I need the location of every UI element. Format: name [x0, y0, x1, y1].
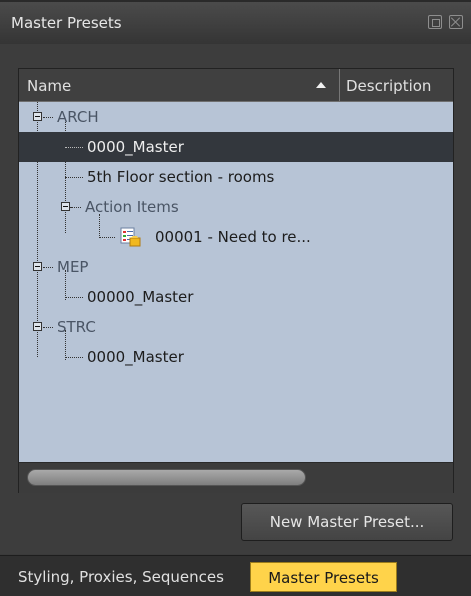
- tab-master-presets[interactable]: Master Presets: [250, 562, 397, 592]
- tree-item-label: 00001 - Need to re...: [155, 228, 311, 246]
- tab-styling-proxies-sequences[interactable]: Styling, Proxies, Sequences: [10, 562, 232, 592]
- tree-group-action-items[interactable]: Action Items: [19, 192, 453, 222]
- scrollbar-thumb[interactable]: [27, 469, 306, 486]
- tree-guide-line: [65, 357, 83, 358]
- tree-item-label: Action Items: [85, 198, 179, 216]
- tree-item-action-00001[interactable]: 00001 - Need to re...: [19, 222, 453, 252]
- tree-guide-line: [65, 297, 83, 298]
- tree-guide-line: [71, 207, 81, 208]
- tree-item-label: 00000_Master: [87, 288, 194, 306]
- task-checklist-icon: [120, 227, 141, 247]
- column-separator[interactable]: [339, 69, 340, 101]
- tree-guide-line: [43, 267, 53, 268]
- horizontal-scrollbar[interactable]: [19, 462, 453, 493]
- tree-item-label: 0000_Master: [87, 348, 184, 366]
- panel-titlebar: Master Presets: [0, 0, 471, 44]
- tree-item-5th-floor[interactable]: 5th Floor section - rooms: [19, 162, 453, 192]
- tree-item-label: 0000_Master: [87, 138, 184, 156]
- collapse-icon[interactable]: [33, 322, 42, 331]
- tree-item-strc-master[interactable]: 0000_Master: [19, 342, 453, 372]
- panel-tabs: Styling, Proxies, Sequences Master Prese…: [0, 555, 471, 596]
- tree-guide-line: [65, 177, 83, 178]
- tree-item-label: STRC: [57, 318, 96, 336]
- tree-guide-line: [43, 327, 53, 328]
- collapse-icon[interactable]: [61, 202, 70, 211]
- restore-icon[interactable]: [428, 15, 442, 29]
- tree-item-label: ARCH: [57, 108, 99, 126]
- tree-guide-line: [99, 237, 115, 238]
- tree-guide-line: [43, 117, 53, 118]
- column-header-name[interactable]: Name: [27, 77, 71, 95]
- tree-group-mep[interactable]: MEP: [19, 252, 453, 282]
- tree-item-mep-master[interactable]: 00000_Master: [19, 282, 453, 312]
- tree-header: Name Description: [19, 69, 453, 102]
- tree-group-arch[interactable]: ARCH: [19, 102, 453, 132]
- tree-item-arch-master[interactable]: 0000_Master: [19, 132, 453, 162]
- master-presets-tree[interactable]: Name Description ARCH 0000_Master 5th Fl…: [18, 68, 454, 493]
- collapse-icon[interactable]: [33, 262, 42, 271]
- column-header-description[interactable]: Description: [346, 77, 431, 95]
- close-icon[interactable]: [449, 15, 463, 29]
- new-master-preset-button[interactable]: New Master Preset...: [241, 503, 453, 541]
- tree-guide-line: [65, 147, 83, 148]
- tree-item-label: MEP: [57, 258, 89, 276]
- tree-group-strc[interactable]: STRC: [19, 312, 453, 342]
- panel-title: Master Presets: [11, 14, 122, 32]
- sort-ascending-icon[interactable]: [316, 82, 326, 88]
- tree-rows: ARCH 0000_Master 5th Floor section - roo…: [19, 102, 453, 458]
- tree-item-label: 5th Floor section - rooms: [87, 168, 275, 186]
- collapse-icon[interactable]: [33, 112, 42, 121]
